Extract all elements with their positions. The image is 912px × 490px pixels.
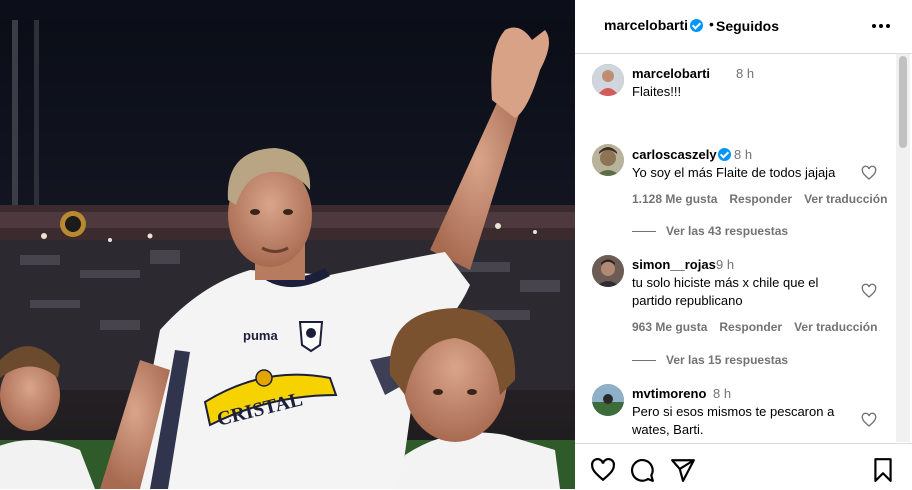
commenter-avatar[interactable]: [592, 255, 624, 287]
commenter-avatar[interactable]: [592, 384, 624, 416]
verified-badge-icon: [690, 19, 703, 32]
separator-dot: •: [709, 16, 714, 32]
author-avatar[interactable]: [592, 64, 624, 96]
more-options-icon[interactable]: [872, 24, 890, 28]
post-side-panel: marcelobarti • Seguidos marcelobarti 8 h…: [575, 0, 912, 489]
comment-text: Yo soy el más Flaite de todos jajaja: [632, 165, 836, 180]
jersey-brand: puma: [243, 328, 278, 343]
comment-username[interactable]: mvtimoreno: [632, 386, 706, 401]
replies-divider: [632, 359, 656, 361]
scrollbar-thumb[interactable]: [899, 56, 907, 148]
commenter-avatar[interactable]: [592, 144, 624, 176]
comment-time[interactable]: 8 h: [713, 386, 731, 401]
reply-link[interactable]: Responder: [729, 192, 792, 206]
caption-username[interactable]: marcelobarti: [632, 66, 710, 81]
comment-username[interactable]: carloscaszely: [632, 147, 717, 162]
heart-icon[interactable]: [861, 165, 877, 181]
caption-text: Flaites!!!: [632, 84, 682, 99]
post-header: marcelobarti • Seguidos: [575, 0, 912, 54]
comments-list[interactable]: marcelobarti 8 h Flaites!!! carloscaszel…: [575, 54, 912, 442]
comment-meta: 963 Me gusta Responder Ver traducción: [632, 320, 889, 334]
comment-time[interactable]: 8 h: [734, 147, 752, 162]
view-replies-button[interactable]: Ver las 15 respuestas: [632, 353, 788, 367]
view-replies-button[interactable]: Ver las 43 respuestas: [632, 224, 788, 238]
post-photo[interactable]: puma CRISTAL: [0, 0, 575, 489]
likes-count[interactable]: 1.128 Me gusta: [632, 192, 717, 206]
comments-scrollbar[interactable]: [896, 54, 910, 442]
comment-meta: 1.128 Me gusta Responder Ver traducción: [632, 192, 899, 206]
comment-text: Pero si esos mismos te pescaron a wates,…: [632, 404, 835, 437]
comment-icon[interactable]: [629, 457, 655, 483]
bookmark-icon[interactable]: [870, 457, 896, 483]
heart-icon[interactable]: [590, 457, 616, 483]
comment-username[interactable]: simon__rojas: [632, 257, 716, 272]
action-bar: [575, 443, 912, 490]
translate-link[interactable]: Ver traducción: [794, 320, 877, 334]
comment-time[interactable]: 9 h: [716, 257, 734, 272]
replies-divider: [632, 230, 656, 232]
reply-link[interactable]: Responder: [719, 320, 782, 334]
photo-illustration: puma CRISTAL: [0, 0, 575, 489]
author-username[interactable]: marcelobarti: [604, 17, 688, 33]
heart-icon[interactable]: [861, 283, 877, 299]
verified-badge-icon: [718, 148, 731, 161]
caption-time[interactable]: 8 h: [736, 66, 754, 81]
view-replies-label: Ver las 15 respuestas: [666, 353, 789, 367]
translate-link[interactable]: Ver traducción: [804, 192, 887, 206]
following-button[interactable]: Seguidos: [716, 18, 779, 34]
heart-icon[interactable]: [861, 412, 877, 428]
view-replies-label: Ver las 43 respuestas: [666, 224, 789, 238]
comment-text: tu solo hiciste más x chile que el parti…: [632, 275, 819, 308]
send-icon[interactable]: [670, 457, 696, 483]
likes-count[interactable]: 963 Me gusta: [632, 320, 707, 334]
